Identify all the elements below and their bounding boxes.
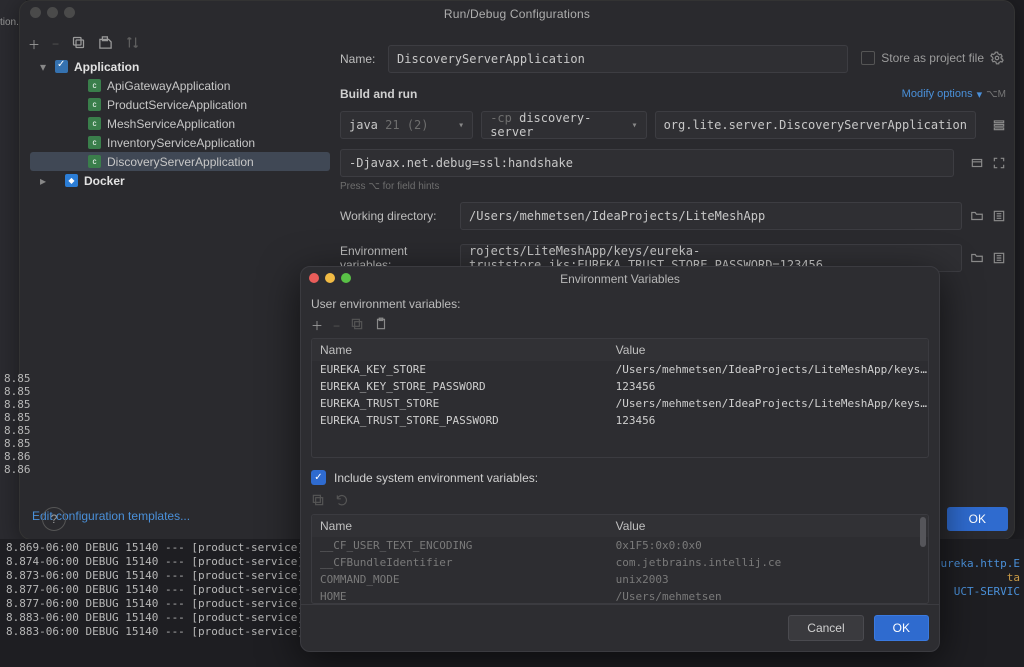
- env-vars-dialog: Environment Variables User environment v…: [300, 266, 940, 652]
- col-name[interactable]: Name: [312, 519, 608, 533]
- checkbox-icon[interactable]: [55, 60, 68, 73]
- tree-label: InventoryServiceApplication: [107, 136, 255, 150]
- copy-config-icon[interactable]: [71, 35, 86, 53]
- table-row: EUREKA_TRUST_STORE_PASSWORD123456: [312, 412, 928, 429]
- window-traffic-lights[interactable]: [30, 7, 75, 18]
- tree-docker-node[interactable]: ▸◆Docker: [30, 171, 330, 190]
- ok-button[interactable]: OK: [947, 507, 1008, 531]
- system-vars-table[interactable]: NameValue __CF_USER_TEXT_ENCODING0x1F5:0…: [311, 514, 929, 604]
- tree-label: DiscoveryServerApplication: [107, 155, 254, 169]
- build-run-header: Build and run: [340, 87, 417, 101]
- cancel-button[interactable]: Cancel: [788, 615, 863, 641]
- table-row: COMMAND_MODEunix2003: [312, 571, 928, 588]
- tree-item[interactable]: cProductServiceApplication: [30, 95, 330, 114]
- dialog-traffic-lights[interactable]: [309, 273, 351, 283]
- name-input[interactable]: DiscoveryServerApplication: [388, 45, 848, 73]
- paste-var-icon[interactable]: [374, 317, 388, 334]
- tree-label: Docker: [84, 174, 125, 188]
- working-dir-label: Working directory:: [340, 209, 460, 223]
- tree-label: ProductServiceApplication: [107, 98, 247, 112]
- config-tree[interactable]: ▾ Application cApiGatewayApplication cPr…: [30, 57, 330, 190]
- table-row: __CFBundleIdentifiercom.jetbrains.intell…: [312, 554, 928, 571]
- insert-macro-icon[interactable]: [992, 209, 1006, 223]
- ok-button[interactable]: OK: [874, 615, 929, 641]
- help-icon[interactable]: ?: [42, 507, 66, 531]
- folder-icon[interactable]: [970, 251, 984, 265]
- tree-label: Application: [74, 60, 139, 74]
- clipped-tab-label: tion.y: [0, 17, 18, 28]
- tree-application-node[interactable]: ▾ Application: [30, 57, 330, 76]
- col-name[interactable]: Name: [312, 343, 608, 357]
- console-link[interactable]: ureka.http.E: [940, 557, 1020, 570]
- tree-item[interactable]: cInventoryServiceApplication: [30, 133, 330, 152]
- tree-label: ApiGatewayApplication: [107, 79, 230, 93]
- remove-config-icon: −: [52, 37, 59, 51]
- save-temp-icon[interactable]: [98, 35, 113, 53]
- checkbox-icon[interactable]: ✓: [311, 470, 326, 485]
- add-var-icon[interactable]: ＋: [311, 317, 323, 334]
- module-selector[interactable]: -cp discovery-server▾: [481, 111, 646, 139]
- table-row: __CF_USER_TEXT_ENCODING0x1F5:0x0:0x0: [312, 537, 928, 554]
- scrollbar[interactable]: [920, 517, 926, 547]
- folder-icon[interactable]: [970, 209, 984, 223]
- field-hint: Press ⌥ for field hints: [340, 181, 1006, 192]
- copy-sys-icon: [311, 493, 325, 510]
- expand-icon[interactable]: [970, 156, 984, 170]
- add-config-icon[interactable]: ＋: [28, 36, 40, 53]
- env-edit-icon[interactable]: [992, 251, 1006, 265]
- col-value[interactable]: Value: [608, 519, 928, 533]
- console-link[interactable]: UCT-SERVIC: [940, 585, 1020, 598]
- tree-item[interactable]: cApiGatewayApplication: [30, 76, 330, 95]
- name-label: Name:: [340, 52, 388, 66]
- revert-sys-icon: [335, 493, 349, 510]
- tree-label: MeshServiceApplication: [107, 117, 235, 131]
- console-left-col: 8.85 8.85 8.85 8.85 8.85 8.85 8.86 8.86: [4, 372, 31, 476]
- col-value[interactable]: Value: [608, 343, 928, 357]
- tree-item[interactable]: cMeshServiceApplication: [30, 114, 330, 133]
- dialog-title: Environment Variables: [560, 272, 680, 286]
- user-vars-table[interactable]: NameValue EUREKA_KEY_STORE/Users/mehmets…: [311, 338, 929, 458]
- config-toolbar: ＋ −: [28, 35, 140, 53]
- table-row: EUREKA_TRUST_STORE/Users/mehmetsen/IdeaP…: [312, 395, 928, 412]
- vm-options-input[interactable]: -Djavax.net.debug=ssl:handshake: [340, 149, 954, 177]
- fullscreen-icon[interactable]: [992, 156, 1006, 170]
- table-row: EUREKA_KEY_STORE/Users/mehmetsen/IdeaPro…: [312, 361, 928, 378]
- window-title: Run/Debug Configurations: [20, 1, 1014, 27]
- list-icon[interactable]: [992, 118, 1006, 132]
- user-vars-label: User environment variables:: [311, 297, 929, 311]
- jdk-selector[interactable]: java 21 (2)▾: [340, 111, 473, 139]
- chevron-down-icon: ▾: [977, 88, 983, 101]
- tree-item-selected[interactable]: cDiscoveryServerApplication: [30, 152, 330, 171]
- main-class-input[interactable]: org.lite.server.DiscoveryServerApplicati…: [655, 111, 976, 139]
- include-system-checkbox[interactable]: ✓ Include system environment variables:: [311, 470, 929, 485]
- remove-var-icon: −: [333, 319, 340, 333]
- copy-var-icon: [350, 317, 364, 334]
- table-row: HOME/Users/mehmetsen: [312, 588, 928, 604]
- console-link[interactable]: ta: [940, 571, 1020, 584]
- sort-config-icon[interactable]: [125, 35, 140, 53]
- table-row: EUREKA_KEY_STORE_PASSWORD123456: [312, 378, 928, 395]
- modify-options-link[interactable]: Modify options ▾ ⌥M: [902, 88, 1006, 101]
- working-dir-input[interactable]: /Users/mehmetsen/IdeaProjects/LiteMeshAp…: [460, 202, 962, 230]
